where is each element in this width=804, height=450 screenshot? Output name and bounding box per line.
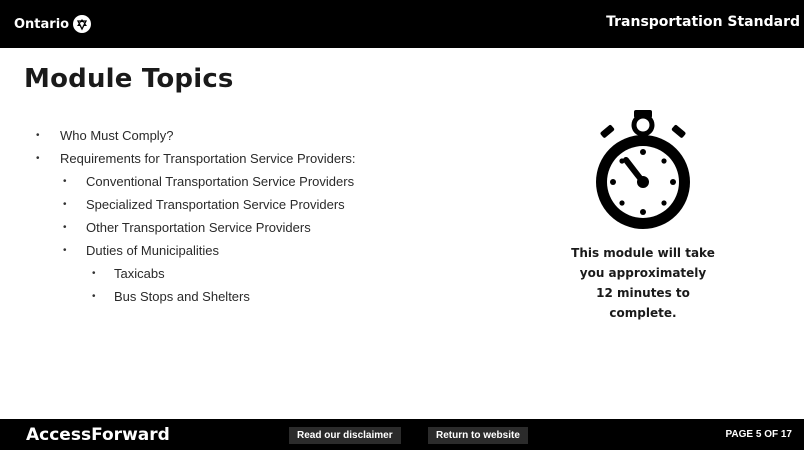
duration-panel: This module will take you approximately … <box>558 108 728 323</box>
brand-name: Ontario <box>14 16 70 32</box>
ontario-trillium-icon <box>73 15 92 33</box>
topic-item: Requirements for Transportation Service … <box>22 147 492 170</box>
page-title: Module Topics <box>24 64 234 94</box>
topic-item: Conventional Transportation Service Prov… <box>22 170 492 193</box>
topic-item: Who Must Comply? <box>22 124 492 147</box>
course-title: Transportation Standard <box>606 14 800 30</box>
topic-item: Bus Stops and Shelters <box>22 285 492 308</box>
duration-note: This module will take you approximately … <box>571 246 715 320</box>
topic-item: Other Transportation Service Providers <box>22 216 492 239</box>
return-to-website-button[interactable]: Return to website <box>428 427 528 444</box>
top-bar: Ontario Transportation Standard <box>0 0 804 48</box>
stopwatch-icon <box>596 110 690 229</box>
footer-brand: AccessForward <box>26 425 170 445</box>
footer-bar: AccessForward Read our disclaimer Return… <box>0 419 804 450</box>
topic-item: Specialized Transportation Service Provi… <box>22 193 492 216</box>
disclaimer-button[interactable]: Read our disclaimer <box>289 427 401 444</box>
ontario-logo: Ontario <box>14 15 92 33</box>
topic-list: Who Must Comply? Requirements for Transp… <box>22 124 492 308</box>
topic-item: Duties of Municipalities <box>22 239 492 262</box>
topic-item: Taxicabs <box>22 262 492 285</box>
page-indicator: PAGE 5 OF 17 <box>725 429 792 440</box>
